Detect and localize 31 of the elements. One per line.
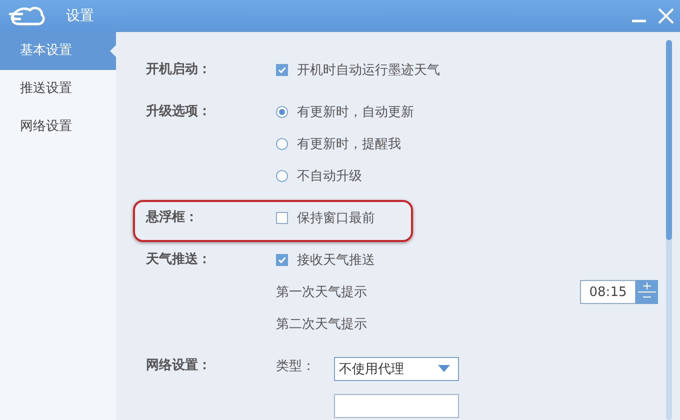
radio-button[interactable] (276, 138, 288, 150)
checkbox[interactable] (276, 212, 288, 224)
option-label: 有更新时，自动更新 (297, 104, 414, 121)
close-icon[interactable] (658, 8, 674, 24)
sidebar-item[interactable]: 推送设置 (0, 70, 116, 108)
checkbox[interactable] (276, 254, 288, 266)
option-label: 第二次天气提示 (276, 316, 367, 333)
option-label: 保持窗口最前 (297, 210, 375, 227)
option-label: 接收天气推送 (297, 252, 375, 269)
radio-button[interactable] (276, 170, 288, 182)
option-label: 开机时自动运行墨迹天气 (297, 62, 440, 79)
option-label: 不自动升级 (297, 168, 362, 185)
scrollbar[interactable] (666, 40, 672, 420)
input-field[interactable] (334, 394, 459, 418)
section-label: 升级选项： (146, 103, 212, 121)
cloud-logo-icon (8, 5, 46, 27)
window-title: 设置 (66, 7, 95, 25)
checkbox[interactable] (276, 64, 288, 76)
sidebar-item[interactable]: 网络设置 (0, 108, 116, 146)
time-field[interactable]: 08:15 (580, 280, 636, 304)
section-label: 网络设置： (146, 357, 212, 375)
option-label: 第一次天气提示 (276, 284, 367, 301)
section-label: 开机启动： (146, 60, 212, 79)
dropdown-arrow-icon (438, 365, 450, 373)
section-label: 悬浮框： (146, 209, 199, 227)
field-label: 类型： (276, 358, 316, 375)
proxy-dropdown[interactable]: 不使用代理 (334, 357, 459, 381)
stepper-icon[interactable] (636, 280, 658, 304)
radio-button[interactable] (276, 106, 288, 118)
section-label: 天气推送： (146, 251, 212, 269)
option-label: 有更新时，提醒我 (297, 136, 401, 153)
